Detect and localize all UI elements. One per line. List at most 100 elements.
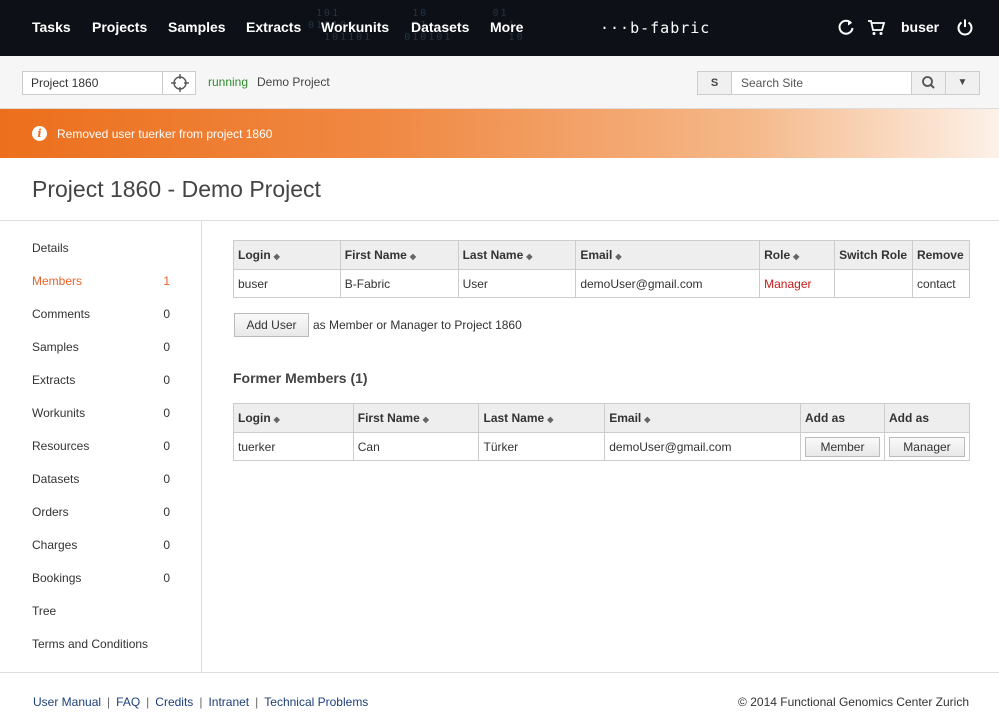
former-first-name: Can [352,432,480,461]
footer-link-intranet[interactable]: Intranet [208,695,249,709]
sidebar-item-count: 0 [163,373,170,387]
search-button[interactable] [911,72,945,94]
add-as-manager-button[interactable]: Manager [888,436,965,457]
table-header-row: Login ◆ First Name ◆ Last Name ◆ Email ◆ Rol… [233,240,971,270]
footer-link-faq[interactable]: FAQ [116,695,140,709]
column-header-first-name[interactable]: First Name ◆ [352,403,480,433]
search-options-button[interactable]: ▼ [945,72,979,94]
site-search: S ▼ [697,71,980,95]
sidebar-item-label: Terms and Conditions [32,637,149,651]
sidebar-item-count: 0 [163,307,170,321]
former-members-table: Login ◆ First Name ◆ Last Name ◆ Email ◆ Add… [233,403,971,461]
sidebar-item-charges[interactable]: Charges 0 [32,538,182,556]
caret-down-icon: ▼ [957,77,968,88]
locate-project-button[interactable] [162,72,196,94]
sort-icon: ◆ [526,252,533,261]
sidebar-item-label: Workunits [32,406,86,420]
sidebar-item-orders[interactable]: Orders 0 [32,505,182,523]
sidebar-item-samples[interactable]: Samples 0 [32,340,182,358]
sidebar-item-workunits[interactable]: Workunits 0 [32,406,182,424]
sidebar-item-bookings[interactable]: Bookings 0 [32,571,182,589]
search-input[interactable] [733,72,911,94]
member-first-name: B-Fabric [339,269,459,298]
member-login: buser [233,269,341,298]
footer-link-credits[interactable]: Credits [155,695,193,709]
sidebar-item-count: 0 [163,406,170,420]
sort-icon: ◆ [422,415,429,424]
sidebar-item-count: 0 [163,538,170,552]
sort-icon: ◆ [273,415,280,424]
nav-tasks[interactable]: Tasks [32,19,71,35]
footer-divider [0,672,999,673]
column-header-last-name[interactable]: Last Name ◆ [457,240,577,270]
refresh-icon[interactable] [836,17,856,37]
column-header-role[interactable]: Role ◆ [759,240,836,270]
info-icon: i [32,126,47,141]
nav-extracts[interactable]: Extracts [246,19,301,35]
sidebar-item-resources[interactable]: Resources 0 [32,439,182,457]
power-icon[interactable] [955,17,975,37]
column-header-add-as-manager: Add as [883,403,971,433]
search-scope-button[interactable]: S [698,72,732,94]
column-header-switch-role: Switch Role [834,240,913,270]
column-header-login[interactable]: Login ◆ [233,240,341,270]
nav-projects[interactable]: Projects [92,19,147,35]
crosshair-icon [171,74,189,92]
sort-icon: ◆ [615,252,622,261]
nav-datasets[interactable]: Datasets [411,19,469,35]
former-login: tuerker [233,432,354,461]
sidebar-item-count: 1 [163,274,170,288]
sidebar-item-datasets[interactable]: Datasets 0 [32,472,182,490]
sidebar-item-comments[interactable]: Comments 0 [32,307,182,325]
member-role: Manager [759,269,836,298]
member-remove: contact [911,269,971,298]
sidebar-item-label: Tree [32,604,57,618]
user-menu[interactable]: buser [901,19,939,35]
sidebar-item-members[interactable]: Members 1 [32,274,182,292]
sort-icon: ◆ [409,252,416,261]
project-selector [22,71,196,95]
page-title: Project 1860 - Demo Project [32,176,321,202]
column-header-email[interactable]: Email ◆ [575,240,761,270]
sidebar-item-count: 0 [163,505,170,519]
sidebar-item-details[interactable]: Details [32,241,182,259]
nav-samples[interactable]: Samples [168,19,226,35]
column-header-email[interactable]: Email ◆ [604,403,801,433]
column-header-first-name[interactable]: First Name ◆ [339,240,459,270]
nav-more[interactable]: More [490,19,523,35]
b-fabric-logo[interactable]: ···b-fabric [600,19,710,37]
former-last-name: Türker [478,432,606,461]
sidebar-item-count: 0 [163,439,170,453]
sidebar-item-label: Bookings [32,571,82,585]
project-input[interactable] [23,72,162,94]
column-header-login[interactable]: Login ◆ [233,403,354,433]
sidebar-item-label: Samples [32,340,79,354]
project-status: running [208,75,249,89]
column-header-add-as-member: Add as [799,403,885,433]
sidebar-item-tree[interactable]: Tree [32,604,182,622]
project-sidebar: Details Members 1 Comments 0 Samples 0 E… [0,221,202,672]
member-switch-role [834,269,913,298]
footer-link-user-manual[interactable]: User Manual [33,695,101,709]
sidebar-item-label: Datasets [32,472,80,486]
notification-message: Removed user tuerker from project 1860 [57,127,273,141]
add-user-button[interactable]: Add User [234,313,309,337]
footer-link-technical-problems[interactable]: Technical Problems [264,695,368,709]
table-row: tuerker Can Türker demoUser@gmail.com Me… [233,432,971,461]
top-navbar: 101 10 01 010101 01 1 101101 010101 10 T… [0,0,999,56]
member-email: demoUser@gmail.com [575,269,761,298]
sort-icon: ◆ [273,252,280,261]
sidebar-item-extracts[interactable]: Extracts 0 [32,373,182,391]
former-email: demoUser@gmail.com [604,432,801,461]
nav-workunits[interactable]: Workunits [321,19,389,35]
add-as-member-button[interactable]: Member [804,436,880,457]
project-name: Demo Project [257,75,330,89]
sidebar-item-label: Extracts [32,373,76,387]
cart-icon[interactable] [866,17,886,37]
members-table: Login ◆ First Name ◆ Last Name ◆ Email ◆ Rol… [233,240,971,298]
sidebar-item-terms[interactable]: Terms and Conditions [32,637,182,655]
sort-icon: ◆ [547,415,554,424]
sidebar-item-count: 0 [163,472,170,486]
table-row: buser B-Fabric User demoUser@gmail.com M… [233,269,971,298]
column-header-last-name[interactable]: Last Name ◆ [478,403,606,433]
